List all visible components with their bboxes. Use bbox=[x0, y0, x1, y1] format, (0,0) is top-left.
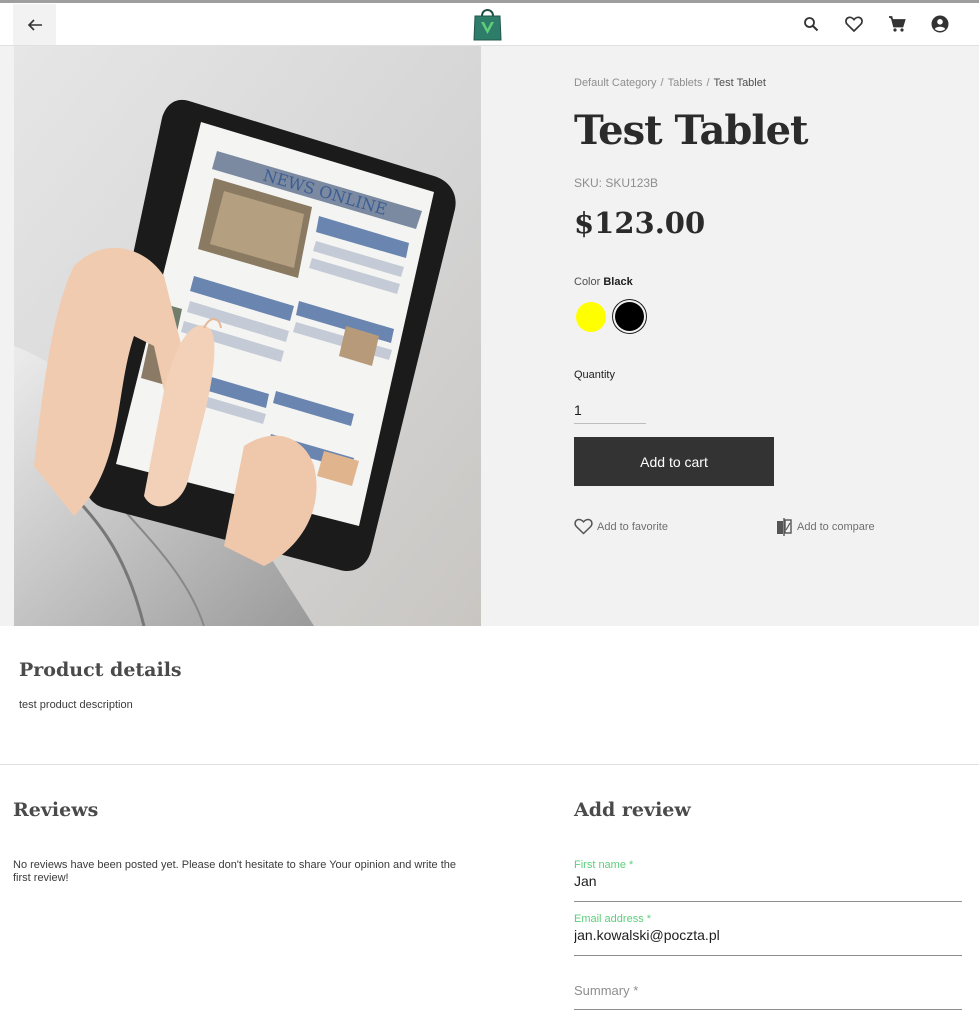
product-image[interactable]: NEWS ONLINE bbox=[14, 46, 481, 626]
breadcrumb-separator: / bbox=[706, 77, 710, 89]
breadcrumb-current: Test Tablet bbox=[713, 77, 766, 89]
product-sku: SKU: SKU123B bbox=[574, 176, 659, 190]
color-label: Color Black bbox=[574, 276, 633, 288]
add-to-compare-button[interactable]: Add to compare bbox=[775, 518, 875, 536]
reviews-empty-message: No reviews have been posted yet. Please … bbox=[13, 859, 457, 884]
color-swatch-black[interactable] bbox=[615, 302, 644, 331]
heart-outline-icon bbox=[574, 518, 593, 535]
product-details-section: Product details test product description bbox=[19, 659, 182, 711]
product-details-title: Product details bbox=[19, 659, 182, 681]
breadcrumb-separator: / bbox=[660, 77, 664, 89]
add-to-cart-button[interactable]: Add to cart bbox=[574, 437, 774, 486]
breadcrumb: Default Category / Tablets / Test Tablet bbox=[574, 77, 766, 89]
first-name-field: First name * bbox=[574, 859, 962, 902]
product-description: test product description bbox=[19, 699, 133, 711]
summary-field bbox=[574, 980, 962, 1010]
summary-input[interactable] bbox=[574, 981, 962, 999]
breadcrumb-item-default-category[interactable]: Default Category bbox=[574, 77, 657, 89]
first-name-label: First name * bbox=[574, 859, 634, 871]
heart-icon[interactable] bbox=[843, 13, 865, 35]
add-to-favorite-button[interactable]: Add to favorite bbox=[574, 518, 668, 535]
account-icon[interactable] bbox=[929, 13, 951, 35]
search-icon[interactable] bbox=[800, 13, 822, 35]
quantity-input[interactable] bbox=[574, 396, 646, 424]
first-name-input[interactable] bbox=[574, 872, 962, 890]
compare-icon bbox=[777, 518, 792, 536]
add-review-title: Add review bbox=[574, 799, 691, 821]
header bbox=[0, 3, 979, 46]
add-to-compare-label: Add to compare bbox=[797, 521, 875, 533]
shopping-bag-logo-icon[interactable] bbox=[472, 6, 503, 41]
color-swatch-yellow[interactable] bbox=[576, 302, 606, 332]
breadcrumb-item-tablets[interactable]: Tablets bbox=[668, 77, 703, 89]
section-divider bbox=[0, 764, 979, 765]
arrow-left-icon bbox=[27, 18, 42, 31]
product-title: Test Tablet bbox=[574, 107, 808, 154]
email-input[interactable] bbox=[574, 926, 962, 944]
product-hero: NEWS ONLINE Default Category / Tablets /… bbox=[0, 46, 979, 626]
email-field: Email address * bbox=[574, 913, 962, 956]
color-label-text: Color bbox=[574, 276, 601, 288]
add-to-favorite-label: Add to favorite bbox=[597, 520, 668, 533]
email-label: Email address * bbox=[574, 913, 652, 925]
back-button[interactable] bbox=[13, 4, 56, 45]
reviews-title: Reviews bbox=[13, 799, 99, 821]
product-price: $123.00 bbox=[574, 206, 706, 240]
color-selected-value: Black bbox=[603, 276, 633, 288]
cart-icon[interactable] bbox=[886, 13, 908, 35]
quantity-label: Quantity bbox=[574, 369, 615, 381]
